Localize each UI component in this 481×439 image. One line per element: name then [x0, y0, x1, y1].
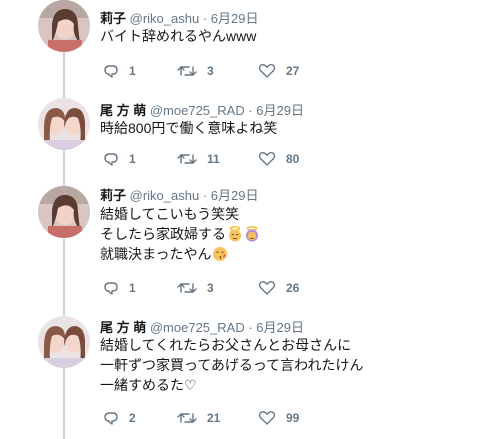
tweet-line: 時給800円で働く意味よね笑 [100, 120, 278, 136]
timestamp[interactable]: · 6月29日 [248, 103, 304, 118]
handle[interactable]: @moe725_RAD [150, 320, 245, 335]
tweet-line: 結婚してくれたらお父さんとお母さんに [100, 337, 352, 353]
tweet-actions: 2 21 99 [103, 408, 363, 428]
tweet-header: 尾 方 萌 @moe725_RAD · 6月29日 [100, 317, 304, 336]
retweet-icon [177, 283, 197, 293]
avatar-moe[interactable] [38, 98, 90, 150]
avatar-moe[interactable] [38, 316, 90, 368]
heart-icon [258, 411, 276, 425]
tweet-actions: 1 11 80 [103, 149, 363, 169]
kiss-emoji [213, 247, 228, 261]
avatar-riko[interactable] [38, 186, 90, 238]
handle[interactable]: @riko_ashu [130, 188, 200, 203]
like-count: 26 [286, 281, 300, 295]
display-name[interactable]: 尾 方 萌 [100, 103, 146, 118]
display-name[interactable]: 尾 方 萌 [100, 320, 146, 335]
tweet-text: 結婚してこいもう笑笑 そしたら家政婦する 就職決まったやん [100, 204, 260, 264]
tweet-line: 一軒ずつ家買ってあげるって言われたけん [100, 357, 364, 373]
retweet-count: 3 [207, 281, 214, 295]
reply-icon [104, 412, 118, 425]
retweet-icon [177, 66, 197, 76]
tweet-actions: 1 3 26 [103, 278, 363, 298]
angel-emoji [229, 226, 241, 242]
tweet-line: そしたら家政婦する [100, 224, 260, 244]
timestamp[interactable]: · 6月29日 [248, 320, 304, 335]
reply-count: 1 [129, 281, 136, 295]
heart-icon [258, 281, 276, 295]
reply-button[interactable]: 2 [103, 408, 136, 428]
tweet-text: 時給800円で働く意味よね笑 [100, 118, 277, 138]
reply-button[interactable]: 1 [103, 149, 136, 169]
like-button[interactable]: 80 [258, 149, 299, 169]
reply-icon [104, 153, 118, 166]
reply-count: 2 [129, 411, 136, 425]
retweet-count: 11 [207, 152, 220, 166]
retweet-count: 3 [207, 64, 214, 78]
reply-count: 1 [129, 152, 136, 166]
tweet-header: 莉子 @riko_ashu · 6月29日 [100, 185, 258, 204]
like-button[interactable]: 27 [258, 61, 299, 81]
like-count: 80 [286, 152, 300, 166]
handle[interactable]: @moe725_RAD [150, 103, 245, 118]
tweet-line: 就職決まったやん [100, 244, 260, 264]
retweet-button[interactable]: 3 [177, 61, 214, 81]
retweet-icon [177, 154, 197, 164]
angel-emoji [246, 226, 258, 242]
reply-button[interactable]: 1 [103, 278, 136, 298]
reply-icon [104, 282, 118, 295]
timestamp[interactable]: · 6月29日 [203, 188, 259, 203]
retweet-count: 21 [207, 411, 221, 425]
heart-icon [258, 152, 276, 166]
tweet-text: バイト辞めれるやんwww [100, 26, 256, 46]
like-button[interactable]: 99 [258, 408, 299, 428]
tweet-line: バイト辞めれるやんwww [100, 28, 257, 44]
reply-button[interactable]: 1 [103, 61, 136, 81]
tweet-line: 結婚してこいもう笑笑 [100, 204, 260, 224]
retweet-icon [177, 413, 197, 423]
tweet-line: 一緒すめるた♡ [100, 377, 197, 393]
retweet-button[interactable]: 3 [177, 278, 214, 298]
reply-count: 1 [129, 64, 136, 78]
retweet-button[interactable]: 21 [177, 408, 220, 428]
heart-icon [258, 64, 276, 78]
tweet-line-text: そしたら家政婦する [100, 226, 226, 242]
avatar-riko[interactable] [38, 0, 90, 52]
reply-icon [104, 65, 118, 78]
tweet-line-text: 結婚してこいもう笑笑 [100, 206, 240, 222]
retweet-button[interactable]: 11 [177, 149, 220, 169]
display-name[interactable]: 莉子 [100, 11, 126, 26]
handle[interactable]: @riko_ashu [130, 11, 200, 26]
tweet-text: 結婚してくれたらお父さんとお母さんに 一軒ずつ家買ってあげるって言われたけん 一… [100, 335, 363, 395]
like-count: 99 [286, 411, 300, 425]
like-button[interactable]: 26 [258, 278, 299, 298]
tweet-actions: 1 3 27 [103, 61, 363, 81]
tweet-header: 莉子 @riko_ashu · 6月29日 [100, 8, 258, 27]
tweet-line-text: 就職決まったやん [100, 246, 212, 262]
display-name[interactable]: 莉子 [100, 188, 126, 203]
like-count: 27 [286, 64, 300, 78]
tweet-header: 尾 方 萌 @moe725_RAD · 6月29日 [100, 100, 304, 119]
timestamp[interactable]: · 6月29日 [203, 11, 259, 26]
